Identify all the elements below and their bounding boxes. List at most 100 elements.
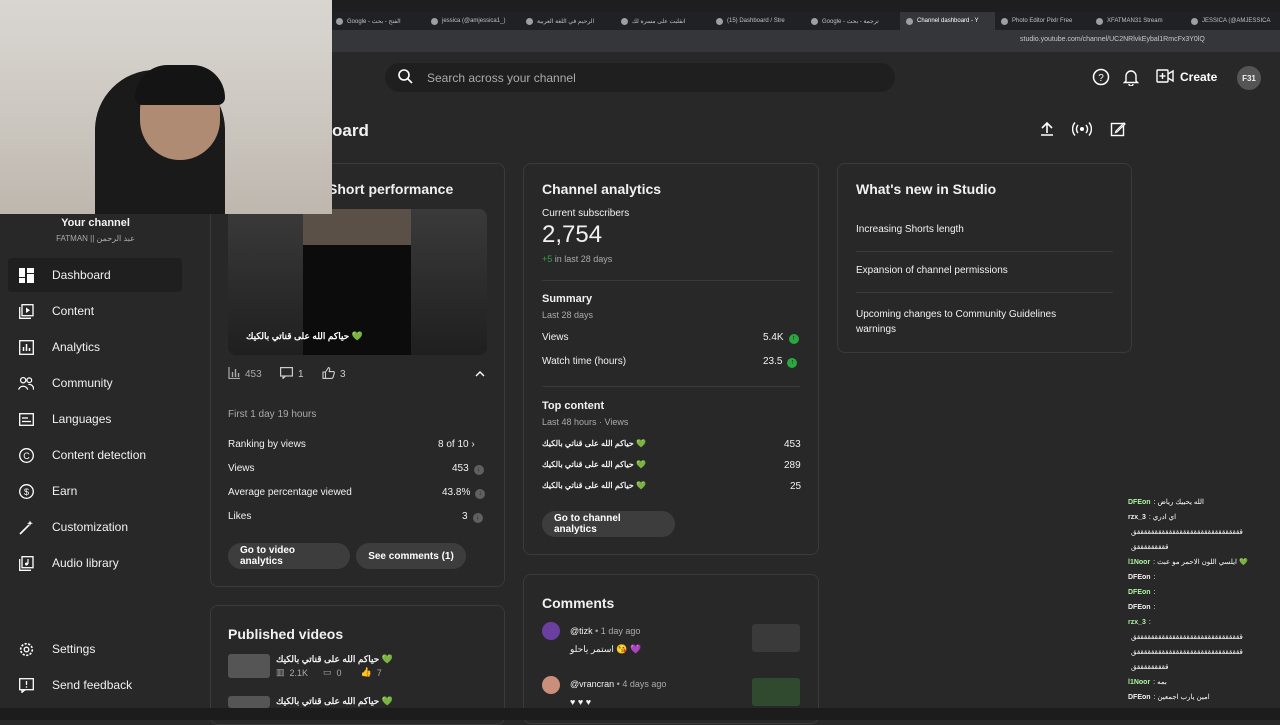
browser-tab[interactable]: XFATMAN31 Stream: [1090, 12, 1185, 30]
go-to-video-analytics-button[interactable]: Go to video analytics: [228, 543, 350, 569]
like-icon: 👍: [360, 667, 372, 677]
favicon-icon: [1191, 17, 1198, 25]
browser-tab[interactable]: (15) Dashboard / Stre: [710, 12, 805, 30]
avatar[interactable]: [542, 622, 560, 640]
taskbar: [0, 708, 1280, 720]
chat-username[interactable]: DFEon: [1128, 694, 1151, 701]
sidebar-item-analytics[interactable]: Analytics: [8, 330, 182, 364]
chat-text: ققققققققققققققققققققققققققققققق: [1131, 529, 1243, 536]
url-text[interactable]: studio.youtube.com/channel/UC2NRlvkEybal…: [1020, 36, 1205, 43]
chat-message: DFEon: الله يحييك رياض: [1128, 495, 1280, 510]
trend-neutral-icon: ↓: [475, 489, 486, 499]
sidebar-item-dashboard[interactable]: Dashboard: [8, 258, 182, 292]
sidebar-item-languages[interactable]: Languages: [8, 402, 182, 436]
chat-text: : الله يحييك رياض: [1153, 499, 1205, 506]
sidebar-item-content[interactable]: Content: [8, 294, 182, 328]
chat-username[interactable]: rzx_3: [1128, 514, 1146, 521]
search-input[interactable]: Search across your channel: [427, 71, 576, 85]
sidebar-item-send-feedback[interactable]: Send feedback: [8, 668, 182, 702]
analytics-icon: [18, 339, 34, 355]
whats-new-item[interactable]: Upcoming changes to Community Guidelines…: [856, 307, 1066, 337]
sidebar-item-content-detection[interactable]: C Content detection: [8, 438, 182, 472]
browser-tab[interactable]: الرحيم في اللغة العربية: [520, 12, 615, 30]
account-avatar[interactable]: F31: [1237, 66, 1261, 90]
chat-username[interactable]: DFEon: [1128, 604, 1151, 611]
sidebar-item-settings[interactable]: Settings: [8, 632, 182, 666]
views-label: Views: [228, 463, 255, 474]
go-live-icon[interactable]: [1071, 118, 1093, 140]
tab-label: (15) Dashboard / Stre: [727, 18, 785, 24]
browser-tab[interactable]: Google - الفتح - بحث: [330, 12, 425, 30]
svg-text:?: ?: [1098, 73, 1104, 84]
comment-video-thumbnail[interactable]: [752, 624, 800, 652]
sidebar-item-earn[interactable]: $ Earn: [8, 474, 182, 508]
video-thumbnail[interactable]: [228, 654, 270, 678]
chat-username[interactable]: rzx_3: [1128, 619, 1146, 626]
divider: [856, 292, 1113, 293]
views-icon: [228, 367, 240, 382]
sidebar-item-label: Earn: [52, 484, 78, 498]
browser-tab[interactable]: Channel dashboard - Y: [900, 12, 995, 30]
your-channel-label[interactable]: Your channel: [0, 217, 191, 229]
chat-username[interactable]: l1Noor: [1128, 679, 1150, 686]
tab-label: XFATMAN31 Stream: [1107, 18, 1163, 24]
notifications-icon[interactable]: [1121, 67, 1141, 87]
likes-label: Likes: [228, 511, 252, 522]
collapse-icon[interactable]: [474, 367, 486, 385]
search-bar[interactable]: Search across your channel: [385, 63, 895, 92]
like-icon: [322, 367, 335, 382]
tab-label: Channel dashboard - Y: [917, 18, 979, 24]
video-title[interactable]: حياكم الله على قناتي بالكيك 💚: [276, 654, 393, 665]
sidebar-item-community[interactable]: Community: [8, 366, 182, 400]
short-thumbnail[interactable]: حياكم الله على قناتي بالكيك 💚: [228, 209, 487, 355]
comments-title: Comments: [542, 595, 615, 611]
favicon-icon: [336, 17, 343, 25]
comment-video-thumbnail[interactable]: [752, 678, 800, 706]
short-likes-value: 3: [340, 369, 346, 380]
help-icon[interactable]: ?: [1091, 67, 1111, 87]
create-button[interactable]: Create: [1156, 66, 1217, 88]
chat-message: rzx_3: اي ادري: [1128, 510, 1280, 525]
sidebar-item-customization[interactable]: Customization: [8, 510, 182, 544]
browser-tab[interactable]: jessica (@amjessica1_): [425, 12, 520, 30]
whats-new-item[interactable]: Increasing Shorts length: [856, 224, 964, 235]
short-comments-stat: 1: [280, 367, 304, 382]
chat-message: قققققققققق: [1128, 660, 1280, 675]
chat-username[interactable]: l1Noor: [1128, 559, 1150, 566]
trend-neutral-icon: ↓: [473, 465, 484, 475]
top-content-item-title[interactable]: حياكم الله على قناتي بالكيك 💚: [542, 439, 646, 448]
chat-text: : امين يارب اجمعين: [1153, 694, 1210, 701]
go-to-channel-analytics-button[interactable]: Go to channel analytics: [542, 511, 675, 537]
video-thumbnail[interactable]: [228, 696, 270, 708]
browser-tab[interactable]: انقلبت على مسرة لك: [615, 12, 710, 30]
top-content-item-title[interactable]: حياكم الله على قناتي بالكيك 💚: [542, 460, 646, 469]
browser-tab[interactable]: Photo Editor Pixlr Free: [995, 12, 1090, 30]
ranking-value[interactable]: 8 of 10 ›: [438, 439, 475, 450]
channel-analytics-title: Channel analytics: [542, 181, 662, 197]
browser-tab[interactable]: Google - ترجمة - بحث: [805, 12, 900, 30]
chat-username[interactable]: DFEon: [1128, 499, 1151, 506]
views-icon: ▥: [276, 667, 285, 677]
top-content-item-value: 25: [790, 481, 802, 492]
views-value: 453 ↓: [452, 463, 484, 475]
trend-neutral-icon: ↓: [472, 513, 483, 523]
subscribers-change: +5 in last 28 days: [542, 254, 613, 264]
sidebar-item-label: Send feedback: [52, 678, 133, 692]
avatar[interactable]: [542, 676, 560, 694]
short-performance-title: Short performance: [328, 181, 454, 197]
top-content-item-title[interactable]: حياكم الله على قناتي بالكيك 💚: [542, 481, 646, 490]
short-first-period: First 1 day 19 hours: [228, 409, 317, 420]
chat-username[interactable]: DFEon: [1128, 574, 1151, 581]
chat-text: ققققققققققققققققققققققققققققققق: [1131, 649, 1243, 656]
create-post-icon[interactable]: [1107, 118, 1129, 140]
sidebar-item-label: Languages: [52, 412, 112, 426]
see-comments-button[interactable]: See comments (1): [356, 543, 466, 569]
browser-tab[interactable]: JESSICA (@AMJESSICA: [1185, 12, 1280, 30]
chat-username[interactable]: DFEon: [1128, 589, 1151, 596]
summary-period: Last 28 days: [542, 310, 594, 320]
upload-icon[interactable]: [1036, 118, 1058, 140]
settings-icon: [18, 641, 34, 657]
sidebar-item-audio-library[interactable]: Audio library: [8, 546, 182, 580]
whats-new-item[interactable]: Expansion of channel permissions: [856, 265, 1008, 276]
video-title[interactable]: حياكم الله على قناتي بالكيك 💚: [276, 696, 393, 707]
